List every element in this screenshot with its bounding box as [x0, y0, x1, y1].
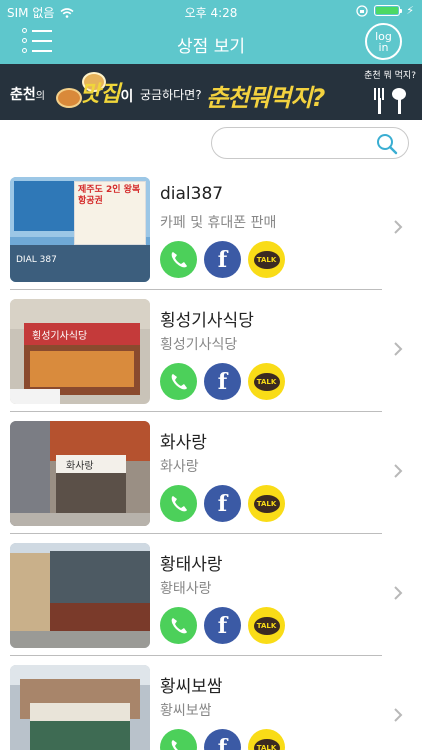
facebook-button[interactable]: f: [204, 363, 241, 400]
chevron-right-icon: [394, 586, 403, 600]
navigation-bar: SIM 없음 오후 4:28 ⚡ 상점 보기 log in: [0, 0, 422, 64]
store-item-hwasarang[interactable]: 화사랑 화사랑 화사랑 f TALK: [0, 412, 422, 534]
banner-brand: 춘천뭐먹지?: [206, 84, 325, 112]
store-name: dial387: [160, 184, 224, 204]
store-category: 화사랑: [160, 459, 199, 475]
store-item-hoengseong[interactable]: 횡성기사식당 횡성기사식당 횡성기사식당 f TALK: [0, 290, 422, 412]
store-category: 황태사랑: [160, 581, 212, 597]
banner-highlight: 맛집이: [80, 82, 134, 107]
chevron-right-icon: [394, 708, 403, 722]
chevron-right-icon: [394, 464, 403, 478]
facebook-icon: f: [217, 246, 228, 273]
store-category: 횡성기사식당: [160, 337, 238, 353]
banner-side-text: 춘천 뭐 먹지?: [364, 71, 416, 81]
phone-icon: [171, 739, 184, 750]
store-item-hwangtae[interactable]: 황태사랑 황태사랑 f TALK: [0, 534, 422, 656]
kakaotalk-button[interactable]: TALK: [248, 241, 285, 278]
promo-banner[interactable]: 춘천의 맛집이 궁금하다면? 춘천뭐먹지? 춘천 뭐 먹지?: [0, 64, 422, 120]
store-thumbnail: 화사랑: [10, 421, 150, 526]
store-name: 황태사랑: [160, 555, 223, 575]
login-label-line2: in: [378, 40, 389, 54]
page-title: 상점 보기: [177, 37, 245, 57]
search-icon[interactable]: [376, 133, 398, 155]
facebook-button[interactable]: f: [204, 729, 241, 750]
status-bar: SIM 없음 오후 4:28 ⚡: [0, 0, 422, 22]
kakaotalk-button[interactable]: TALK: [248, 485, 285, 522]
facebook-icon: f: [217, 612, 228, 639]
store-category: 황씨보쌈: [160, 703, 212, 719]
kakaotalk-button[interactable]: TALK: [248, 729, 285, 750]
spoon-icon: [392, 88, 406, 114]
store-thumbnail: [10, 543, 150, 648]
store-name: 화사랑: [160, 433, 207, 453]
call-button[interactable]: [160, 607, 197, 644]
battery-icon: [374, 5, 403, 16]
call-button[interactable]: [160, 485, 197, 522]
facebook-button[interactable]: f: [204, 241, 241, 278]
phone-icon: [171, 617, 187, 633]
login-button[interactable]: log in: [365, 23, 402, 60]
banner-city: 춘천의: [10, 87, 45, 103]
login-label-line1: log: [375, 29, 392, 43]
facebook-button[interactable]: f: [204, 485, 241, 522]
kakaotalk-button[interactable]: TALK: [248, 607, 285, 644]
call-button[interactable]: [160, 729, 197, 750]
phone-icon: [171, 495, 187, 511]
phone-icon: [171, 373, 187, 389]
store-thumbnail: 횡성기사식당: [10, 299, 150, 404]
phone-icon: [171, 251, 187, 267]
charging-icon: ⚡: [406, 4, 414, 17]
kakaotalk-button[interactable]: TALK: [248, 363, 285, 400]
store-item-hwangssi[interactable]: 황씨보쌈 황씨보쌈 f TALK: [0, 656, 422, 750]
search-box[interactable]: [211, 127, 409, 159]
fork-icon: [374, 88, 384, 114]
kakaotalk-icon: TALK: [253, 494, 280, 513]
store-thumbnail: 제주도 2인 왕복항공권 DIAL 387: [10, 177, 150, 282]
search-input[interactable]: [226, 133, 376, 155]
banner-question: 궁금하다면?: [140, 88, 202, 102]
call-button[interactable]: [160, 241, 197, 278]
store-item-dial387[interactable]: 제주도 2인 왕복항공권 DIAL 387 dial387 카페 및 휴대폰 판…: [0, 168, 422, 290]
facebook-icon: f: [217, 734, 228, 750]
kakaotalk-icon: TALK: [253, 372, 280, 391]
store-name: 횡성기사식당: [160, 311, 254, 331]
call-button[interactable]: [160, 363, 197, 400]
store-name: 황씨보쌈: [160, 677, 223, 697]
rotation-lock-icon: [356, 4, 368, 17]
kakaotalk-icon: TALK: [253, 616, 280, 635]
store-category: 카페 및 휴대폰 판매: [160, 215, 277, 231]
kakaotalk-icon: TALK: [253, 250, 280, 269]
facebook-icon: f: [217, 368, 228, 395]
store-thumbnail: [10, 665, 150, 750]
chevron-right-icon: [394, 342, 403, 356]
facebook-button[interactable]: f: [204, 607, 241, 644]
kakaotalk-icon: TALK: [253, 738, 280, 750]
chevron-right-icon: [394, 220, 403, 234]
facebook-icon: f: [217, 490, 228, 517]
